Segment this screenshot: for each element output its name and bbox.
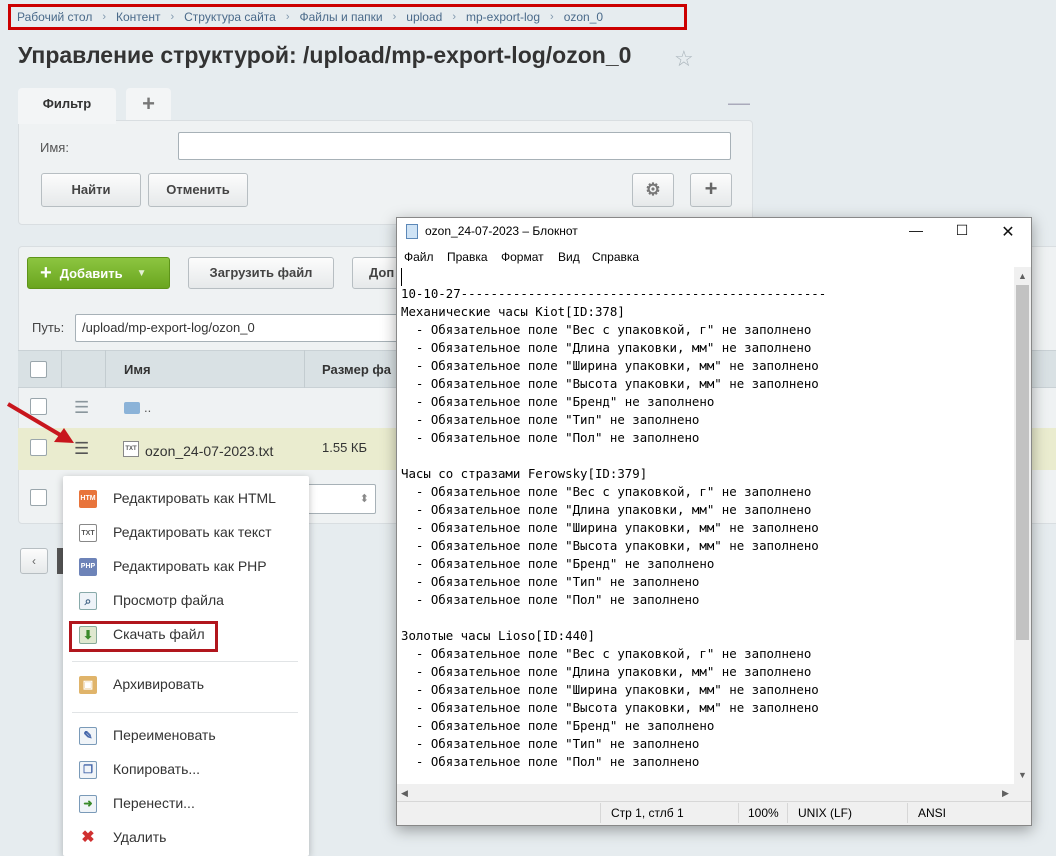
annotation-arrow-icon bbox=[6, 402, 74, 443]
html-file-icon: HTM bbox=[79, 490, 97, 508]
status-divider bbox=[738, 803, 739, 823]
row-menu-icon[interactable]: ☰ bbox=[74, 399, 89, 416]
txt-file-icon: TXT bbox=[79, 524, 97, 542]
select-all-checkbox[interactable] bbox=[30, 361, 47, 378]
menu-item-rename[interactable]: Переименовать bbox=[113, 727, 216, 743]
move-icon: ➜ bbox=[79, 795, 97, 813]
delete-icon: ✖ bbox=[81, 829, 95, 846]
status-divider bbox=[787, 803, 788, 823]
status-encoding: ANSI bbox=[918, 806, 947, 820]
name-filter-input[interactable] bbox=[178, 132, 731, 160]
menu-separator bbox=[72, 712, 298, 713]
scroll-corner bbox=[1014, 784, 1031, 801]
column-divider bbox=[304, 350, 305, 388]
page-title: Управление структурой: /upload/mp-export… bbox=[18, 42, 632, 68]
row-menu-icon[interactable]: ☰ bbox=[74, 440, 89, 457]
row-checkbox[interactable] bbox=[30, 489, 47, 506]
chevron-down-icon: ▼ bbox=[136, 267, 147, 279]
minimize-filter-icon[interactable]: — bbox=[728, 90, 750, 116]
horizontal-scrollbar[interactable] bbox=[397, 784, 1014, 801]
name-label: Имя: bbox=[40, 140, 69, 155]
folder-up-icon bbox=[124, 402, 140, 414]
scroll-left-icon[interactable]: ◀ bbox=[401, 788, 408, 799]
menu-item-archive[interactable]: Архивировать bbox=[113, 676, 204, 692]
breadcrumb-item-mp-export-log[interactable]: mp-export-log bbox=[466, 10, 540, 24]
scroll-right-icon[interactable]: ▶ bbox=[1002, 788, 1009, 799]
notepad-menu-file[interactable]: Файл bbox=[404, 250, 434, 264]
archive-icon: ▣ bbox=[79, 676, 97, 694]
menu-item-copy[interactable]: Копировать... bbox=[113, 761, 200, 777]
breadcrumb-item-site-structure[interactable]: Структура сайта bbox=[184, 10, 276, 24]
cancel-button[interactable]: Отменить bbox=[148, 173, 248, 207]
column-header-size[interactable]: Размер фа bbox=[322, 362, 397, 377]
menu-item-move[interactable]: Перенести... bbox=[113, 795, 195, 811]
window-maximize-icon[interactable]: ☐ bbox=[952, 222, 972, 239]
rename-icon: ✎ bbox=[79, 727, 97, 745]
path-input[interactable]: /upload/mp-export-log/ozon_0 bbox=[75, 314, 415, 342]
menu-item-edit-php[interactable]: Редактировать как PHP bbox=[113, 558, 267, 574]
menu-item-edit-html[interactable]: Редактировать как HTML bbox=[113, 490, 276, 506]
breadcrumb-item-upload[interactable]: upload bbox=[406, 10, 442, 24]
status-position: Стр 1, стлб 1 bbox=[611, 806, 684, 820]
vertical-scrollbar-thumb[interactable] bbox=[1016, 285, 1029, 640]
upload-file-button[interactable]: Загрузить файл bbox=[188, 257, 334, 289]
breadcrumb: Рабочий стол › Контент › Структура сайта › … bbox=[8, 4, 687, 30]
add-filter-field-button[interactable]: + bbox=[690, 173, 732, 207]
notepad-text-area[interactable]: 10-10-27--------------------------------… bbox=[401, 285, 1013, 783]
menu-separator bbox=[72, 661, 298, 662]
breadcrumb-item-ozon-0[interactable]: ozon_0 bbox=[564, 10, 603, 24]
add-button-label: Добавить bbox=[59, 265, 123, 281]
column-header-name[interactable]: Имя bbox=[124, 362, 151, 377]
download-highlight-frame bbox=[69, 621, 218, 652]
window-minimize-icon[interactable]: — bbox=[906, 222, 926, 238]
notepad-menu-edit[interactable]: Правка bbox=[447, 250, 488, 264]
copy-icon: ❐ bbox=[79, 761, 97, 779]
add-filter-tab-button[interactable]: + bbox=[126, 88, 171, 120]
scroll-down-icon[interactable]: ▼ bbox=[1018, 770, 1027, 780]
menu-item-view-file[interactable]: Просмотр файла bbox=[113, 592, 224, 608]
notepad-menu-view[interactable]: Вид bbox=[558, 250, 580, 264]
view-file-icon: ⌕ bbox=[79, 592, 97, 610]
status-line-endings: UNIX (LF) bbox=[798, 806, 852, 820]
file-size: 1.55 КБ bbox=[322, 440, 368, 455]
status-divider bbox=[907, 803, 908, 823]
breadcrumb-item-files[interactable]: Файлы и папки bbox=[299, 10, 382, 24]
column-divider bbox=[105, 350, 106, 388]
text-cursor bbox=[401, 268, 402, 286]
php-file-icon: PHP bbox=[79, 558, 97, 576]
add-button[interactable]: + Добавить ▼ bbox=[27, 257, 170, 289]
breadcrumb-separator-icon: › bbox=[285, 11, 290, 23]
action-select[interactable]: ⬍ bbox=[300, 484, 376, 514]
notepad-app-icon bbox=[406, 224, 418, 239]
tab-filter[interactable]: Фильтр bbox=[18, 88, 116, 124]
scroll-up-icon[interactable]: ▲ bbox=[1018, 271, 1027, 281]
breadcrumb-separator-icon: › bbox=[392, 11, 397, 23]
favorite-star-icon[interactable]: ☆ bbox=[674, 46, 694, 72]
pager-prev-button[interactable]: ‹ bbox=[20, 548, 48, 574]
find-button[interactable]: Найти bbox=[41, 173, 141, 207]
status-zoom: 100% bbox=[748, 806, 779, 820]
plus-icon: + bbox=[40, 261, 52, 284]
breadcrumb-separator-icon: › bbox=[170, 11, 175, 23]
notepad-menu-format[interactable]: Формат bbox=[501, 250, 544, 264]
breadcrumb-item-content[interactable]: Контент bbox=[116, 10, 160, 24]
menu-item-delete[interactable]: Удалить bbox=[113, 829, 166, 845]
breadcrumb-separator-icon: › bbox=[102, 11, 106, 23]
parent-directory-link[interactable]: .. bbox=[144, 400, 151, 415]
menu-item-edit-text[interactable]: Редактировать как текст bbox=[113, 524, 272, 540]
status-divider bbox=[600, 803, 601, 823]
breadcrumb-separator-icon: › bbox=[550, 11, 554, 23]
file-name-link[interactable]: ozon_24-07-2023.txt bbox=[145, 443, 273, 459]
breadcrumb-separator-icon: › bbox=[452, 11, 456, 23]
breadcrumb-item-desktop[interactable]: Рабочий стол bbox=[17, 10, 92, 24]
txt-file-icon: TXT bbox=[123, 441, 139, 457]
filter-settings-gear-icon[interactable]: ⚙ bbox=[632, 173, 674, 207]
path-label: Путь: bbox=[32, 320, 65, 335]
column-divider bbox=[61, 350, 62, 388]
notepad-menu-help[interactable]: Справка bbox=[592, 250, 639, 264]
notepad-title: ozon_24-07-2023 – Блокнот bbox=[425, 224, 578, 238]
window-close-icon[interactable]: ✕ bbox=[998, 222, 1018, 242]
